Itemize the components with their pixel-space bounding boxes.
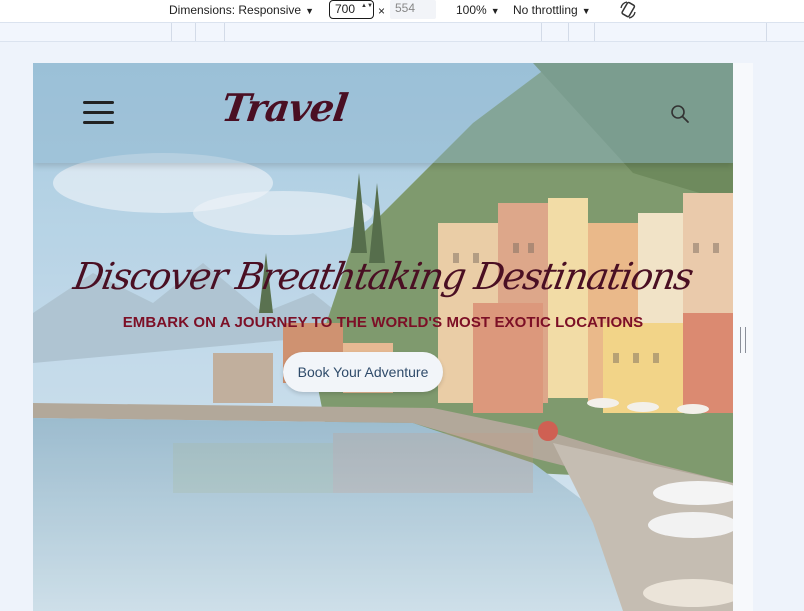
dimensions-label: Dimensions: Responsive [169,3,302,17]
width-value: 700 [335,2,356,16]
width-input[interactable]: 700 ▲▼ [329,0,374,19]
resize-grip-icon[interactable] [740,327,746,353]
hero-title: Discover Breathtaking Destinations [70,255,696,298]
zoom-dropdown[interactable]: 100% ▼ [456,3,500,18]
rotate-icon[interactable] [618,0,638,20]
media-query-ruler[interactable] [0,22,804,42]
throttling-dropdown[interactable]: No throttling ▼ [513,3,591,18]
device-viewport: Travel Discover Breathtaking Destination… [33,63,733,611]
throttling-label: No throttling [513,3,578,17]
chevron-down-icon: ▼ [305,6,314,16]
hero-subtitle: EMBARK ON A JOURNEY TO THE WORLD'S MOST … [122,314,644,331]
spinner-icon[interactable]: ▲▼ [361,3,373,9]
search-icon[interactable] [670,104,690,124]
chevron-down-icon: ▼ [581,6,591,16]
devtools-toolbar: Dimensions: Responsive ▼ 700 ▲▼ × 554 100… [0,0,804,22]
book-adventure-button[interactable]: Book Your Adventure [283,352,443,392]
site-logo[interactable]: Travel [219,85,350,130]
height-input[interactable]: 554 [390,0,436,19]
site-navbar: Travel [33,63,733,163]
zoom-label: 100% [456,3,487,17]
chevron-down-icon: ▼ [490,6,500,16]
hamburger-menu-icon[interactable] [83,101,114,125]
times-separator: × [378,4,386,18]
dimensions-dropdown[interactable]: Dimensions: Responsive ▼ [169,3,314,18]
